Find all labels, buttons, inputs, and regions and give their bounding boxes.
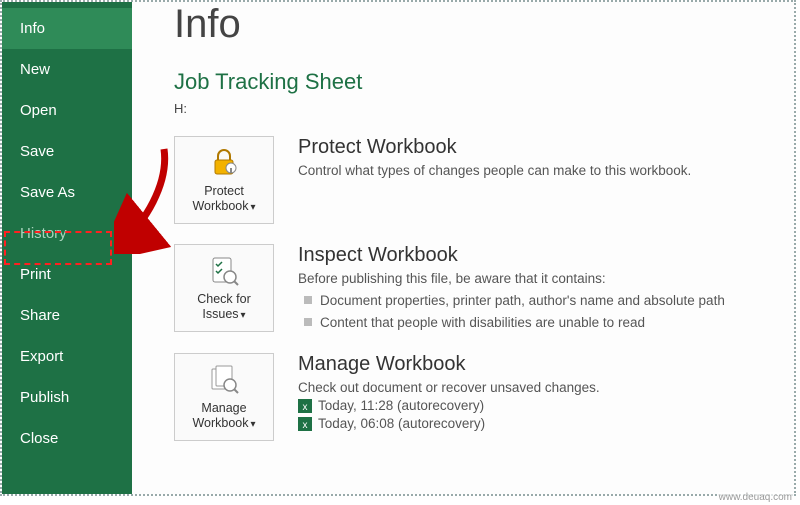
manage-workbook-button[interactable]: Manage Workbook▾ <box>174 353 274 441</box>
section-inspect: Check for Issues▾ Inspect Workbook Befor… <box>174 244 782 333</box>
dropdown-caret-icon: ▾ <box>251 202 256 213</box>
version-item[interactable]: x Today, 11:28 (autorecovery) <box>298 398 782 413</box>
sidebar-item-export[interactable]: Export <box>2 336 132 377</box>
excel-file-icon: x <box>298 417 312 431</box>
list-item: Document properties, printer path, autho… <box>298 290 782 312</box>
sidebar-item-info[interactable]: Info <box>2 8 132 49</box>
document-path: H: <box>174 101 782 116</box>
svg-text:x: x <box>303 420 308 431</box>
sidebar-item-share[interactable]: Share <box>2 295 132 336</box>
manage-tile-label: Manage Workbook <box>192 401 248 430</box>
version-item[interactable]: x Today, 06:08 (autorecovery) <box>298 416 782 431</box>
dropdown-caret-icon: ▾ <box>241 310 246 321</box>
sidebar-item-new[interactable]: New <box>2 49 132 90</box>
protect-desc: Control what types of changes people can… <box>298 163 782 178</box>
inspect-title: Inspect Workbook <box>298 244 782 267</box>
checklist-search-icon <box>207 254 241 288</box>
backstage-sidebar: Info New Open Save Save As History Print… <box>2 2 132 494</box>
section-protect: Protect Workbook▾ Protect Workbook Contr… <box>174 136 782 224</box>
list-item: Content that people with disabilities ar… <box>298 312 782 334</box>
sidebar-item-publish[interactable]: Publish <box>2 377 132 418</box>
document-title: Job Tracking Sheet <box>174 69 782 95</box>
page-title: Info <box>174 2 782 47</box>
sidebar-item-save[interactable]: Save <box>2 131 132 172</box>
sidebar-item-history[interactable]: History <box>2 213 132 254</box>
version-label: Today, 06:08 (autorecovery) <box>318 416 485 431</box>
inspect-issues-list: Document properties, printer path, autho… <box>298 290 782 333</box>
sidebar-item-save-as[interactable]: Save As <box>2 172 132 213</box>
dropdown-caret-icon: ▾ <box>251 419 256 430</box>
protect-workbook-button[interactable]: Protect Workbook▾ <box>174 136 274 224</box>
version-label: Today, 11:28 (autorecovery) <box>318 398 484 413</box>
protect-title: Protect Workbook <box>298 136 782 159</box>
watermark: www.deuaq.com <box>717 492 794 503</box>
check-for-issues-button[interactable]: Check for Issues▾ <box>174 244 274 332</box>
svg-text:x: x <box>303 402 308 413</box>
info-panel: Info Job Tracking Sheet H: Protect Workb… <box>132 2 794 494</box>
manage-desc: Check out document or recover unsaved ch… <box>298 380 782 395</box>
documents-search-icon <box>207 363 241 397</box>
section-manage: Manage Workbook▾ Manage Workbook Check o… <box>174 353 782 441</box>
excel-file-icon: x <box>298 399 312 413</box>
sidebar-item-open[interactable]: Open <box>2 90 132 131</box>
sidebar-item-close[interactable]: Close <box>2 418 132 459</box>
inspect-desc: Before publishing this file, be aware th… <box>298 271 782 286</box>
lock-icon <box>207 146 241 180</box>
protect-tile-label: Protect Workbook <box>192 184 248 213</box>
sidebar-item-print[interactable]: Print <box>2 254 132 295</box>
manage-title: Manage Workbook <box>298 353 782 376</box>
